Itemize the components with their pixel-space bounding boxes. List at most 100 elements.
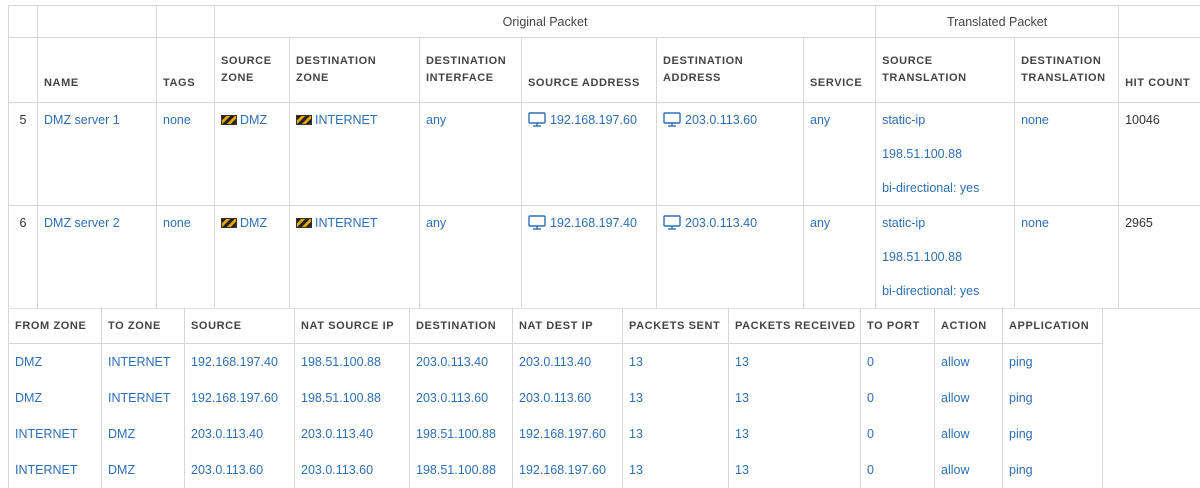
to-port[interactable]: 0 [861,344,935,381]
col-from-zone[interactable]: FROM ZONE [9,309,102,344]
to-port[interactable]: 0 [861,416,935,452]
traffic-row[interactable]: INTERNET DMZ 203.0.113.60 203.0.113.60 1… [9,452,1103,488]
destination-zone[interactable]: INTERNET [296,103,419,137]
from-zone[interactable]: DMZ [9,344,102,381]
service[interactable]: any [810,103,875,137]
source-zone[interactable]: DMZ [221,206,289,240]
col-destination-translation[interactable]: DESTINATIONTRANSLATION [1015,38,1119,103]
destination-address[interactable]: 203.0.113.40 [663,206,803,240]
rule-name-link[interactable]: DMZ server 2 [44,206,156,240]
col-service[interactable]: SERVICE [804,38,876,103]
col-to-port[interactable]: TO PORT [861,309,935,344]
source-address[interactable]: 192.168.197.40 [528,206,656,240]
nat-dest-ip[interactable]: 192.168.197.60 [513,416,623,452]
col-application[interactable]: APPLICATION [1003,309,1103,344]
from-zone[interactable]: INTERNET [9,416,102,452]
source[interactable]: 203.0.113.60 [185,452,295,488]
application[interactable]: ping [1003,344,1103,381]
zone-icon [296,115,312,125]
destination[interactable]: 198.51.100.88 [410,452,513,488]
packets-sent[interactable]: 13 [623,380,729,416]
to-zone[interactable]: INTERNET [102,380,185,416]
col-destination-address[interactable]: DESTINATIONADDRESS [657,38,804,103]
translated-packet-header: Translated Packet [876,6,1119,38]
source[interactable]: 192.168.197.40 [185,344,295,381]
col-packets-sent[interactable]: PACKETS SENT [623,309,729,344]
traffic-row[interactable]: DMZ INTERNET 192.168.197.40 198.51.100.8… [9,344,1103,381]
nat-source-ip[interactable]: 203.0.113.40 [295,416,410,452]
action[interactable]: allow [935,344,1003,381]
col-source-address[interactable]: SOURCE ADDRESS [522,38,657,103]
action[interactable]: allow [935,380,1003,416]
nat-source-ip[interactable]: 203.0.113.60 [295,452,410,488]
application[interactable]: ping [1003,452,1103,488]
col-to-zone[interactable]: TO ZONE [102,309,185,344]
col-nat-dest-ip[interactable]: NAT DEST IP [513,309,623,344]
col-source-translation[interactable]: SOURCETRANSLATION [876,38,1015,103]
col-name[interactable]: NAME [38,38,157,103]
application[interactable]: ping [1003,416,1103,452]
packets-sent[interactable]: 13 [623,452,729,488]
col-destination-interface[interactable]: DESTINATIONINTERFACE [420,38,522,103]
destination[interactable]: 203.0.113.60 [410,380,513,416]
service[interactable]: any [810,206,875,240]
to-zone[interactable]: INTERNET [102,344,185,381]
destination-translation[interactable]: none [1021,206,1118,240]
packets-received[interactable]: 13 [729,416,861,452]
rule-name-link[interactable]: DMZ server 1 [44,103,156,137]
nat-dest-ip[interactable]: 192.168.197.60 [513,452,623,488]
destination-zone[interactable]: INTERNET [296,206,419,240]
zone-icon [221,218,237,228]
zone-icon [221,115,237,125]
destination[interactable]: 198.51.100.88 [410,416,513,452]
col-source[interactable]: SOURCE [185,309,295,344]
col-tags[interactable]: TAGS [157,38,215,103]
col-destination-zone[interactable]: DESTINATIONZONE [290,38,420,103]
action[interactable]: allow [935,452,1003,488]
application[interactable]: ping [1003,380,1103,416]
packets-received[interactable]: 13 [729,452,861,488]
nat-rule-row[interactable]: 6 DMZ server 2 none DMZ INTERNET any 192… [9,206,1200,309]
nat-dest-ip[interactable]: 203.0.113.60 [513,380,623,416]
hit-count: 10046 [1125,103,1200,137]
source[interactable]: 203.0.113.40 [185,416,295,452]
rule-tags[interactable]: none [163,103,214,137]
col-nat-source-ip[interactable]: NAT SOURCE IP [295,309,410,344]
packets-sent[interactable]: 13 [623,416,729,452]
packets-received[interactable]: 13 [729,380,861,416]
destination-interface[interactable]: any [426,103,521,137]
source-address[interactable]: 192.168.197.60 [528,103,656,137]
nat-dest-ip[interactable]: 203.0.113.40 [513,344,623,381]
nat-source-ip[interactable]: 198.51.100.88 [295,344,410,381]
to-zone[interactable]: DMZ [102,452,185,488]
source[interactable]: 192.168.197.60 [185,380,295,416]
destination-address[interactable]: 203.0.113.60 [663,103,803,137]
destination-interface[interactable]: any [426,206,521,240]
destination[interactable]: 203.0.113.40 [410,344,513,381]
packets-sent[interactable]: 13 [623,344,729,381]
from-zone[interactable]: INTERNET [9,452,102,488]
to-port[interactable]: 0 [861,380,935,416]
action[interactable]: allow [935,416,1003,452]
packets-received[interactable]: 13 [729,344,861,381]
to-port[interactable]: 0 [861,452,935,488]
col-action[interactable]: ACTION [935,309,1003,344]
original-packet-header: Original Packet [215,6,876,38]
col-source-zone[interactable]: SOURCEZONE [215,38,290,103]
nat-policy-table: Original Packet Translated Packet NAME T… [8,5,1200,309]
col-hit-count[interactable]: HIT COUNT [1119,38,1200,103]
nat-source-ip[interactable]: 198.51.100.88 [295,380,410,416]
source-translation[interactable]: static-ip 198.51.100.88 bi-directional: … [876,103,1015,206]
source-translation[interactable]: static-ip 198.51.100.88 bi-directional: … [876,206,1015,309]
rule-tags[interactable]: none [163,206,214,240]
col-destination[interactable]: DESTINATION [410,309,513,344]
destination-translation[interactable]: none [1021,103,1118,137]
traffic-row[interactable]: DMZ INTERNET 192.168.197.60 198.51.100.8… [9,380,1103,416]
traffic-row[interactable]: INTERNET DMZ 203.0.113.40 203.0.113.40 1… [9,416,1103,452]
nat-rule-row[interactable]: 5 DMZ server 1 none DMZ INTERNET any 192… [9,103,1200,206]
to-zone[interactable]: DMZ [102,416,185,452]
col-packets-received[interactable]: PACKETS RECEIVED [729,309,861,344]
zone-icon [296,218,312,228]
source-zone[interactable]: DMZ [221,103,289,137]
from-zone[interactable]: DMZ [9,380,102,416]
